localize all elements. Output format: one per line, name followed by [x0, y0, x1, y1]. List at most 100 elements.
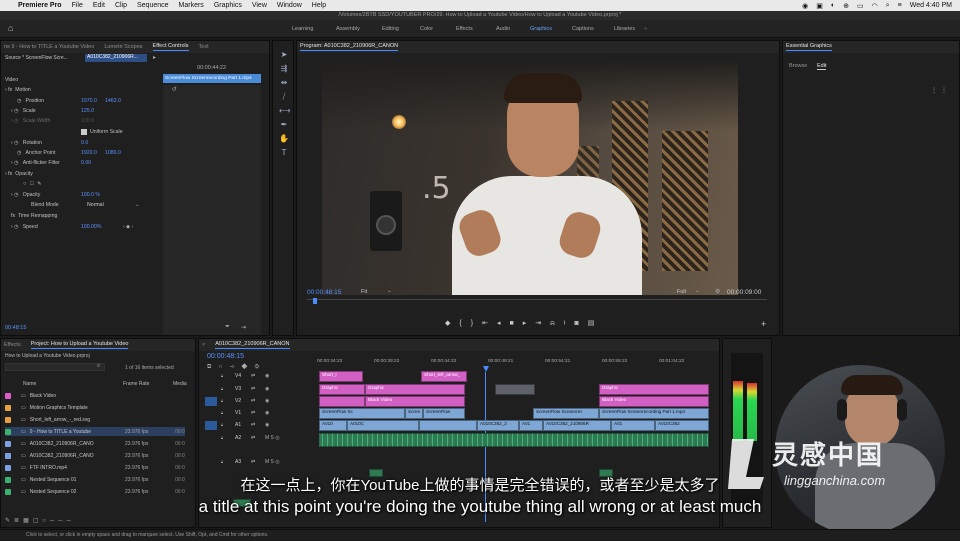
app-menu[interactable]: Premiere Pro [18, 2, 62, 9]
reset-icon[interactable]: ↺ [172, 86, 177, 93]
workspace-effects[interactable]: Effects [456, 26, 473, 32]
clip-screenflow[interactable]: ScreenFlow Screenrec [533, 408, 599, 419]
quality-select[interactable]: Full [677, 289, 686, 295]
speed-value[interactable]: 100.00% [81, 224, 101, 230]
lock-icon[interactable]: 🔒︎ [221, 398, 223, 403]
icon-view-icon[interactable]: ▦ [23, 518, 33, 524]
sequence-clip-label[interactable]: A010C382_210906R... [85, 54, 147, 62]
chevron-down-icon[interactable]: ⌄ [695, 288, 700, 294]
tab-lumetri-scopes[interactable]: Lumetri Scopes [104, 44, 142, 50]
pen-icon[interactable]: ✎ [5, 518, 14, 524]
opacity-value[interactable]: 100.0 % [81, 192, 100, 198]
control-center-icon[interactable]: ≡ [898, 2, 902, 9]
tab-source[interactable]: ns 9 - How to TITLE a Youtube Video [4, 44, 94, 50]
stop-icon[interactable]: ■ [509, 320, 522, 327]
status-icon[interactable]: ◐ [831, 2, 835, 9]
nest-icon[interactable]: ⧉ [207, 364, 218, 370]
audio-clip-a3[interactable] [369, 469, 383, 477]
source-clip-label[interactable]: Source * ScreenFlow Scre... [5, 55, 68, 61]
blend-mode-select[interactable]: Normal [87, 202, 104, 208]
source-patch-toggle[interactable] [205, 458, 217, 467]
stopwatch-icon[interactable]: › ◷ [11, 192, 19, 198]
program-video-frame[interactable]: .5 [322, 61, 738, 295]
workspace-editing[interactable]: Editing [382, 26, 399, 32]
clip-screenflow[interactable]: Scree [405, 408, 423, 419]
workspace-libraries[interactable]: Libraries [614, 26, 635, 32]
workspace-audio[interactable]: Audio [496, 26, 510, 32]
razor-tool-icon[interactable]: ⧸ [279, 92, 289, 102]
menu-help[interactable]: Help [312, 2, 326, 9]
ripple-edit-tool-icon[interactable]: ⇹ [279, 78, 289, 87]
track-select-tool-icon[interactable]: ⇶ [279, 64, 289, 73]
lock-icon[interactable]: 🔒︎ [221, 386, 223, 391]
add-marker-icon[interactable]: ◆ [241, 364, 254, 370]
menu-edit[interactable]: Edit [93, 2, 105, 9]
clock[interactable]: Wed 4:40 PM [910, 2, 952, 9]
mask-tools-icon[interactable]: ○□✎ [23, 181, 46, 187]
lock-icon[interactable]: 🔒︎ [221, 435, 223, 440]
audio-clip-a1[interactable] [319, 433, 709, 447]
slip-tool-icon[interactable]: ⟷ [279, 106, 290, 115]
stopwatch-icon[interactable]: ◷ [17, 150, 22, 156]
sync-lock-icon[interactable]: ⇄ [251, 435, 255, 441]
mark-in-icon[interactable]: { [459, 320, 470, 327]
search-icon[interactable]: ⌕ [886, 2, 890, 10]
lock-icon[interactable]: 🔒︎ [221, 422, 223, 427]
sync-lock-icon[interactable]: ⇄ [251, 373, 255, 379]
fx-icon[interactable]: › fx [5, 171, 12, 177]
go-to-in-icon[interactable]: ⇤ [482, 320, 497, 327]
sync-lock-icon[interactable]: ⇄ [251, 398, 255, 404]
tab-effect-controls[interactable]: Effect Controls [152, 43, 189, 51]
sync-lock-icon[interactable]: ⇄ [251, 386, 255, 392]
source-patch-toggle[interactable] [205, 421, 217, 430]
essential-graphics-title[interactable]: Essential Graphics [786, 43, 832, 51]
workspace-learning[interactable]: Learning [292, 26, 313, 32]
menu-file[interactable]: File [72, 2, 83, 9]
battery-icon[interactable]: ▭ [857, 2, 864, 10]
clip-camera[interactable]: A01 [519, 420, 543, 431]
clip-camera[interactable]: A01 [611, 420, 655, 431]
col-frame-rate[interactable]: Frame Rate [123, 381, 149, 387]
sync-lock-icon[interactable]: ⇄ [251, 422, 255, 428]
source-patch-toggle[interactable] [205, 385, 217, 394]
rotation-value[interactable]: 0.0 [81, 140, 88, 146]
menu-view[interactable]: View [252, 2, 267, 9]
fit-select[interactable]: Fit [361, 289, 367, 295]
stopwatch-icon[interactable]: › ◷ [11, 224, 19, 230]
status-icon[interactable]: ⊕ [843, 2, 849, 10]
wrench-icon[interactable]: ⚙ [715, 288, 720, 295]
clip-camera[interactable]: A010 [319, 420, 347, 431]
go-to-out-icon[interactable]: ⇥ [535, 320, 550, 327]
workspace-graphics[interactable]: Graphics [530, 26, 552, 32]
clip-short-arrow[interactable]: Short_left_arrow_ [421, 371, 467, 382]
source-patch-toggle[interactable] [205, 397, 217, 406]
pen-tool-icon[interactable]: ✒ [279, 120, 289, 129]
project-item[interactable]: ▭ A010C382_210906R_CANO 23.976 fps 00:0 [5, 451, 185, 460]
eye-icon[interactable]: ◉ [265, 422, 269, 428]
project-item[interactable]: ▭ Black Video [5, 391, 185, 400]
lock-icon[interactable]: 🔒︎ [221, 373, 223, 378]
clip-black-video[interactable]: Black Video [365, 396, 465, 407]
tab-effects[interactable]: Effects [4, 342, 21, 348]
linked-selection-icon[interactable]: ⊸ [230, 364, 242, 370]
type-tool-icon[interactable]: T [279, 148, 289, 157]
hand-tool-icon[interactable]: ✋ [279, 134, 289, 143]
menu-markers[interactable]: Markers [179, 2, 204, 9]
stopwatch-icon[interactable]: › ◷ [11, 108, 19, 114]
tab-project[interactable]: Project: How to Upload a Youtube Video [30, 341, 129, 349]
eye-icon[interactable]: ◉ [265, 398, 269, 404]
anti-flicker-value[interactable]: 0.00 [81, 160, 91, 166]
workspace-color[interactable]: Color [420, 26, 433, 32]
step-forward-icon[interactable]: ▸ [523, 320, 536, 327]
lock-icon[interactable]: 🔒︎ [221, 459, 223, 464]
project-item[interactable]: ▭ Short_left_arrow_-_red.svg [5, 415, 185, 424]
search-icon[interactable]: ⌕ [97, 363, 100, 370]
project-item[interactable]: ▭ Nested Sequence 02 23.976 fps 00:0 [5, 487, 185, 496]
program-timecode[interactable]: 00:00:48:15 [307, 289, 341, 296]
anchor-y-value[interactable]: 1080.0 [105, 150, 121, 156]
export-frame-icon[interactable]: ⇥ [241, 324, 246, 331]
clip-screenflow[interactable]: ScreenFlow Sc [319, 408, 405, 419]
wrench-icon[interactable]: ⚙ [254, 364, 266, 370]
audio-clip-a3[interactable] [599, 469, 613, 477]
lock-icon[interactable]: 🔒︎ [221, 410, 223, 415]
